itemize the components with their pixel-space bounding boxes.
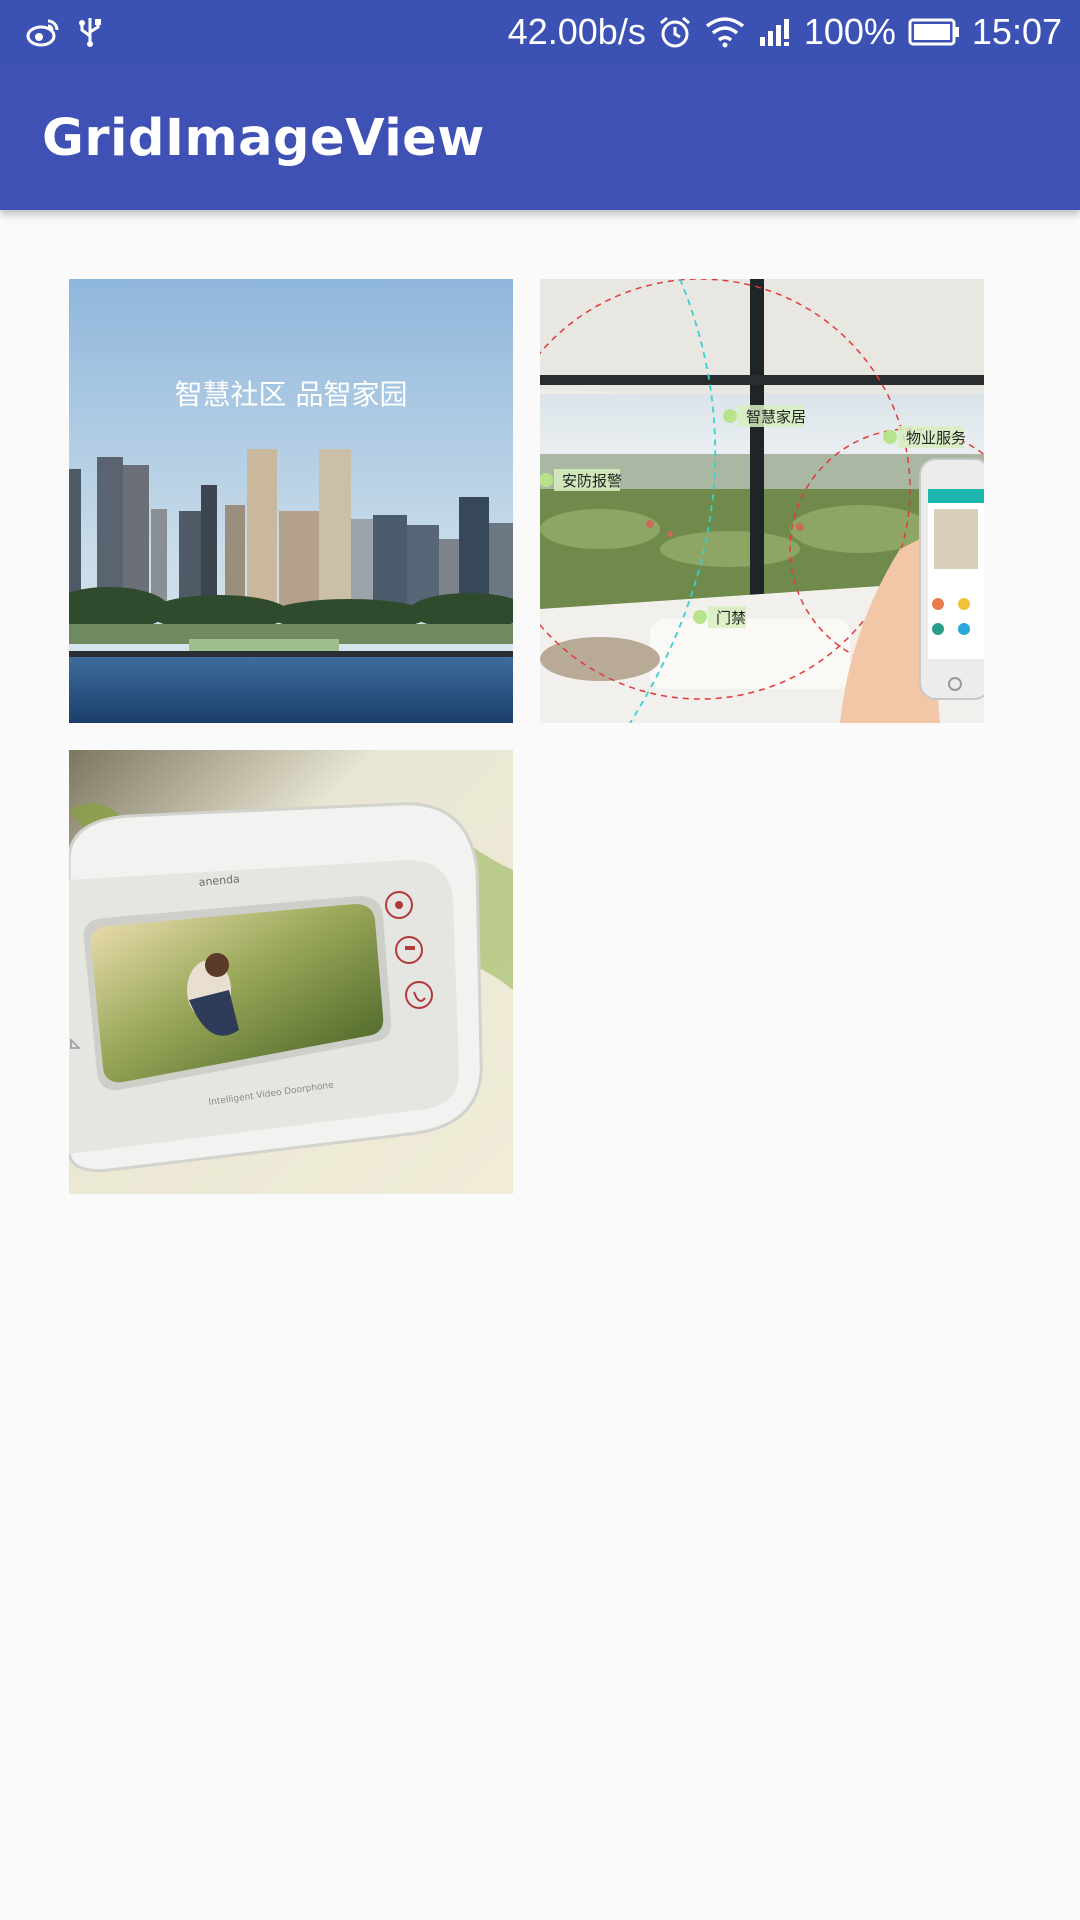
battery-percent: 100% bbox=[803, 10, 896, 52]
smart-home-picture: 智慧家居 物业服务 安防报警 门禁 bbox=[540, 279, 984, 723]
city-skyline-picture: 智慧社区 品智家园 bbox=[69, 279, 513, 723]
status-left-icons bbox=[0, 16, 102, 48]
svg-text:智慧家居: 智慧家居 bbox=[746, 408, 806, 426]
wifi-icon bbox=[704, 16, 746, 48]
signal-icon bbox=[758, 17, 792, 47]
battery-icon bbox=[908, 18, 960, 46]
status-bar: 42.00b/s 100% 15:07 bbox=[0, 0, 1080, 63]
city-overlay-text: 智慧社区 品智家园 bbox=[175, 378, 408, 411]
status-right: 42.00b/s 100% 15:07 bbox=[508, 11, 1080, 53]
grid-image-doorphone[interactable]: anenda Intelligent Video Doorphone bbox=[69, 750, 513, 1194]
alarm-icon bbox=[658, 15, 692, 49]
weibo-icon bbox=[26, 17, 60, 47]
svg-text:安防报警: 安防报警 bbox=[562, 472, 622, 490]
svg-text:门禁: 门禁 bbox=[716, 609, 746, 627]
usb-icon bbox=[78, 16, 102, 48]
grid-image-smart-home[interactable]: 智慧家居 物业服务 安防报警 门禁 bbox=[540, 279, 984, 723]
svg-text:物业服务: 物业服务 bbox=[906, 429, 966, 447]
grid-image-city[interactable]: 智慧社区 品智家园 bbox=[69, 279, 513, 723]
doorphone-picture: anenda Intelligent Video Doorphone bbox=[69, 750, 513, 1194]
app-bar: GridImageView bbox=[0, 63, 1080, 210]
clock: 15:07 bbox=[971, 10, 1062, 52]
app-title: GridImageView bbox=[42, 109, 485, 168]
network-speed: 42.00b/s bbox=[507, 10, 646, 52]
